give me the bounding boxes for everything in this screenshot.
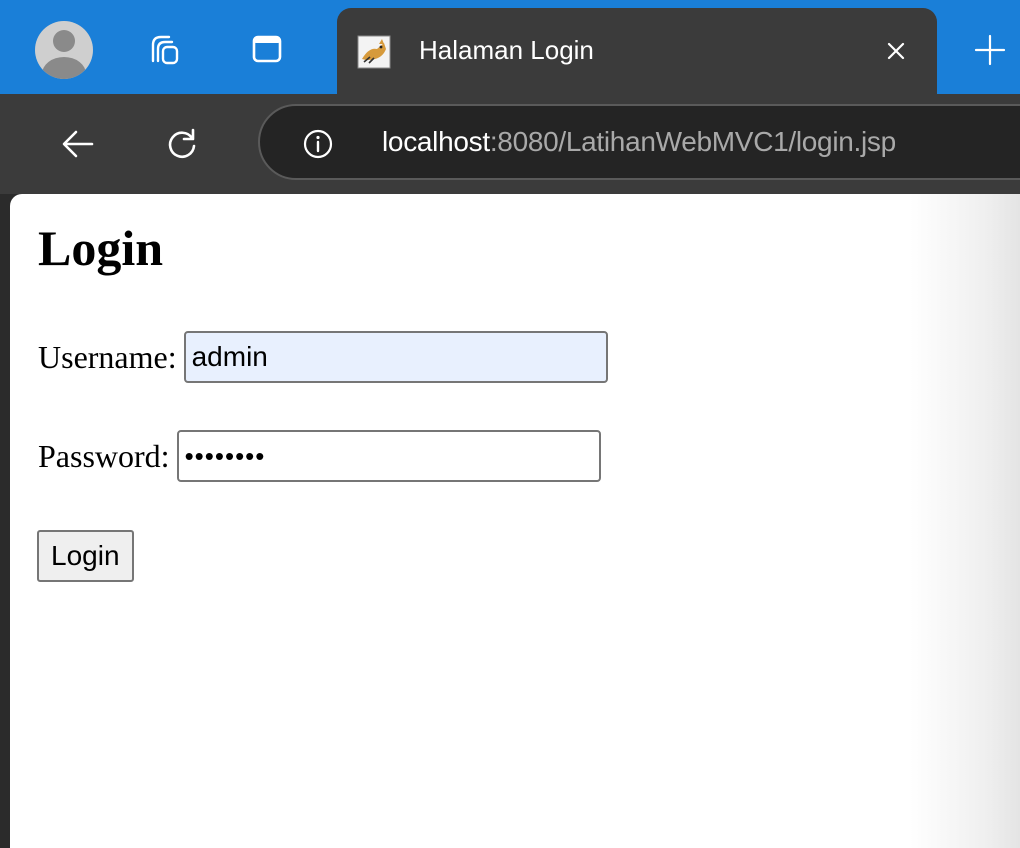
profile-avatar-icon[interactable]: [35, 21, 93, 79]
back-arrow-icon[interactable]: [54, 120, 102, 168]
workspaces-icon[interactable]: [140, 26, 186, 72]
address-bar[interactable]: localhost:8080/LatihanWebMVC1/login.jsp: [258, 104, 1020, 180]
plus-icon[interactable]: [964, 24, 1016, 76]
reload-icon[interactable]: [158, 120, 206, 168]
url-path: :8080/LatihanWebMVC1/login.jsp: [489, 126, 896, 157]
url-text: localhost:8080/LatihanWebMVC1/login.jsp: [382, 122, 896, 162]
login-button[interactable]: Login: [37, 530, 134, 582]
vertical-tabs-icon[interactable]: [244, 26, 290, 72]
tomcat-favicon-icon: [357, 35, 391, 69]
browser-toolbar: localhost:8080/LatihanWebMVC1/login.jsp: [0, 94, 1020, 194]
url-host: localhost: [382, 126, 490, 157]
username-label: Username:: [38, 338, 177, 375]
page-viewport: Login Username: Password: Login: [10, 194, 1020, 848]
tab-halaman-login[interactable]: Halaman Login: [337, 8, 937, 98]
password-row: Password:: [38, 430, 601, 482]
info-icon[interactable]: [302, 128, 334, 160]
username-row: Username:: [38, 331, 608, 383]
tab-strip: Halaman Login: [0, 0, 1020, 98]
username-input[interactable]: [183, 331, 608, 383]
page-title: Login: [38, 220, 164, 276]
tab-title: Halaman Login: [419, 35, 594, 65]
close-icon[interactable]: [877, 32, 915, 70]
password-label: Password:: [38, 437, 170, 474]
password-input[interactable]: [176, 430, 601, 482]
